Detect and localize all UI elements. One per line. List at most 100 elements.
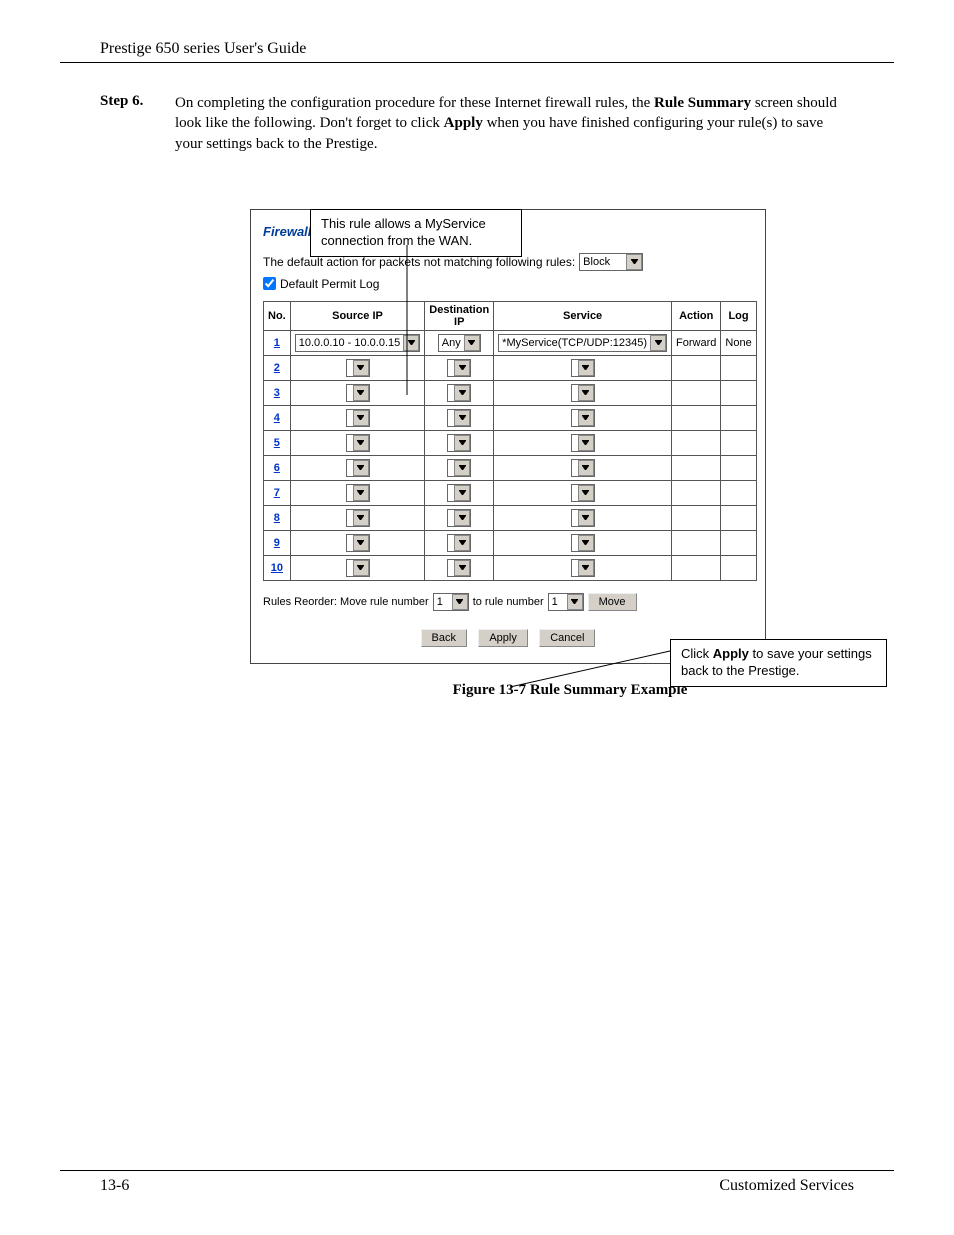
dest-ip-select[interactable]: Any xyxy=(438,334,481,352)
source-ip-select[interactable] xyxy=(346,534,370,552)
chevron-down-icon xyxy=(353,510,369,526)
chevron-down-icon xyxy=(452,594,468,610)
service-select[interactable]: *MyService(TCP/UDP:12345) xyxy=(498,334,667,352)
apply-button[interactable]: Apply xyxy=(478,629,528,647)
source-ip-select[interactable] xyxy=(346,434,370,452)
chevron-down-icon xyxy=(353,435,369,451)
action-cell xyxy=(672,405,721,430)
rule-number-link[interactable]: 10 xyxy=(271,562,283,574)
chevron-down-icon xyxy=(578,460,594,476)
log-cell: None xyxy=(721,330,756,355)
service-select[interactable] xyxy=(571,359,595,377)
chevron-down-icon xyxy=(464,335,480,351)
chevron-down-icon xyxy=(578,385,594,401)
dest-ip-select[interactable] xyxy=(447,484,471,502)
rule-number-link[interactable]: 7 xyxy=(274,487,280,499)
chevron-down-icon xyxy=(353,385,369,401)
dest-ip-select[interactable] xyxy=(447,434,471,452)
dest-ip-select[interactable] xyxy=(447,384,471,402)
source-ip-select[interactable] xyxy=(346,409,370,427)
reorder-row: Rules Reorder: Move rule number 1 to rul… xyxy=(263,593,753,611)
chevron-down-icon xyxy=(454,435,470,451)
cancel-button[interactable]: Cancel xyxy=(539,629,595,647)
page-number: 13-6 xyxy=(100,1177,129,1195)
col-log: Log xyxy=(721,301,756,330)
table-header-row: No. Source IP Destination IP Service Act… xyxy=(264,301,757,330)
rule-number-link[interactable]: 4 xyxy=(274,412,280,424)
rule-number-link[interactable]: 3 xyxy=(274,387,280,399)
chevron-down-icon xyxy=(353,560,369,576)
step-block: Step 6. On completing the configuration … xyxy=(100,93,854,154)
col-service: Service xyxy=(494,301,672,330)
chevron-down-icon xyxy=(353,535,369,551)
action-cell: Forward xyxy=(672,330,721,355)
source-ip-select[interactable] xyxy=(346,359,370,377)
default-action-select[interactable]: Block xyxy=(579,253,643,271)
log-cell xyxy=(721,530,756,555)
source-ip-select[interactable] xyxy=(346,559,370,577)
rule-number-link[interactable]: 2 xyxy=(274,362,280,374)
chevron-down-icon xyxy=(578,535,594,551)
log-cell xyxy=(721,380,756,405)
reorder-to-select[interactable]: 1 xyxy=(548,593,584,611)
permit-log-row: Default Permit Log xyxy=(263,277,753,291)
table-row: 1 10.0.0.10 - 10.0.0.15 Any *MyService(TCP/… xyxy=(264,330,757,355)
source-ip-select[interactable] xyxy=(346,484,370,502)
reorder-label1: Rules Reorder: Move rule number xyxy=(263,596,429,608)
section-name: Customized Services xyxy=(719,1177,854,1195)
chevron-down-icon xyxy=(578,435,594,451)
move-button[interactable]: Move xyxy=(588,593,637,611)
service-select[interactable] xyxy=(571,409,595,427)
table-row: 4 xyxy=(264,405,757,430)
chevron-down-icon xyxy=(567,594,583,610)
table-row: 8 xyxy=(264,505,757,530)
chevron-down-icon xyxy=(353,485,369,501)
chevron-down-icon xyxy=(454,510,470,526)
service-select[interactable] xyxy=(571,484,595,502)
chevron-down-icon xyxy=(454,560,470,576)
source-ip-select[interactable] xyxy=(346,509,370,527)
dest-ip-select[interactable] xyxy=(447,534,471,552)
back-button[interactable]: Back xyxy=(421,629,467,647)
source-ip-select[interactable]: 10.0.0.10 - 10.0.0.15 xyxy=(295,334,421,352)
action-cell xyxy=(672,380,721,405)
service-select[interactable] xyxy=(571,534,595,552)
action-cell xyxy=(672,355,721,380)
service-select[interactable] xyxy=(571,509,595,527)
callout-top: This rule allows a MyService connection … xyxy=(310,209,522,257)
rule-number-link[interactable]: 8 xyxy=(274,512,280,524)
chevron-down-icon xyxy=(353,360,369,376)
dest-ip-select[interactable] xyxy=(447,359,471,377)
dest-ip-select[interactable] xyxy=(447,509,471,527)
source-ip-select[interactable] xyxy=(346,459,370,477)
col-action: Action xyxy=(672,301,721,330)
dest-ip-select[interactable] xyxy=(447,559,471,577)
dest-ip-select[interactable] xyxy=(447,459,471,477)
default-action-label: The default action for packets not match… xyxy=(263,255,575,269)
col-dest: Destination IP xyxy=(425,301,494,330)
service-select[interactable] xyxy=(571,559,595,577)
chevron-down-icon xyxy=(578,510,594,526)
col-no: No. xyxy=(264,301,291,330)
chevron-down-icon xyxy=(578,410,594,426)
rule-summary-panel: Firewall - WAN to LAN - Rule Summary The… xyxy=(250,209,766,664)
dest-ip-select[interactable] xyxy=(447,409,471,427)
reorder-from-select[interactable]: 1 xyxy=(433,593,469,611)
chevron-down-icon xyxy=(353,410,369,426)
rule-number-link[interactable]: 6 xyxy=(274,462,280,474)
service-select[interactable] xyxy=(571,434,595,452)
rule-number-link[interactable]: 9 xyxy=(274,537,280,549)
service-select[interactable] xyxy=(571,459,595,477)
source-ip-select[interactable] xyxy=(346,384,370,402)
permit-log-checkbox[interactable] xyxy=(263,277,276,290)
page-footer: 13-6 Customized Services xyxy=(60,1170,894,1195)
callout-right: Click Apply to save your settings back t… xyxy=(670,639,887,687)
chevron-down-icon xyxy=(454,460,470,476)
chevron-down-icon xyxy=(578,485,594,501)
table-row: 9 xyxy=(264,530,757,555)
rule-number-link[interactable]: 5 xyxy=(274,437,280,449)
log-cell xyxy=(721,480,756,505)
rule-number-link[interactable]: 1 xyxy=(274,337,280,349)
service-select[interactable] xyxy=(571,384,595,402)
chevron-down-icon xyxy=(403,335,419,351)
